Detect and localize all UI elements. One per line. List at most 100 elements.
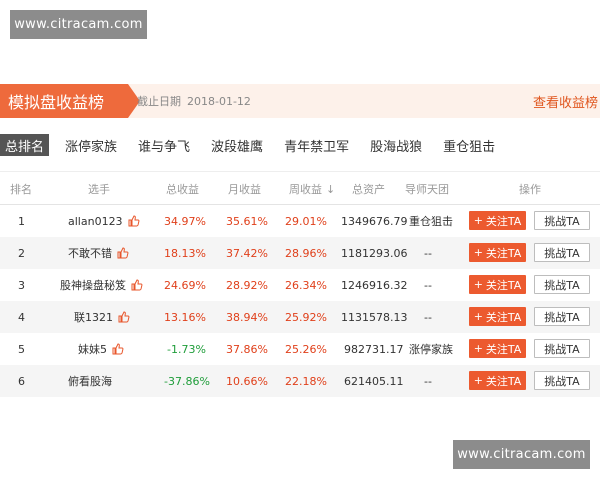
table-row: 6 俯看股海 -37.86% 10.66% 22.18% 621405.11 -… bbox=[0, 365, 600, 397]
col-player: 选手 bbox=[88, 183, 110, 196]
total-assets: 1349676.79 bbox=[341, 214, 408, 228]
challenge-button[interactable]: 挑战TA bbox=[534, 211, 590, 230]
tab-heavy-snipe[interactable]: 重仓狙击 bbox=[441, 134, 497, 156]
week-return: 26.34% bbox=[285, 278, 327, 292]
mentor-team: -- bbox=[424, 310, 432, 324]
player-cell: 妹妹5 bbox=[78, 333, 124, 365]
follow-button[interactable]: + 关注TA bbox=[469, 307, 526, 326]
rank-cell: 1 bbox=[18, 214, 25, 228]
plus-icon: + bbox=[473, 374, 483, 387]
month-return: 38.94% bbox=[226, 310, 268, 324]
week-return: 25.92% bbox=[285, 310, 327, 324]
follow-button[interactable]: + 关注TA bbox=[469, 371, 526, 390]
total-return: 24.69% bbox=[164, 278, 206, 292]
week-return: 28.96% bbox=[285, 246, 327, 260]
col-month[interactable]: 月收益 bbox=[228, 172, 261, 206]
player-name[interactable]: 妹妹5 bbox=[78, 341, 107, 357]
total-assets: 982731.17 bbox=[344, 342, 404, 356]
player-name[interactable]: allan0123 bbox=[68, 215, 123, 228]
challenge-button[interactable]: 挑战TA bbox=[534, 339, 590, 358]
cutoff-date: 截止日期 2018-01-12 bbox=[137, 84, 251, 118]
watermark-bottom: www.citracam.com bbox=[453, 440, 590, 469]
date-value: 2018-01-12 bbox=[187, 94, 251, 108]
thumbs-up-icon[interactable] bbox=[112, 343, 124, 355]
total-return: 34.97% bbox=[164, 214, 206, 228]
plus-icon: + bbox=[473, 278, 483, 291]
tab-sea-wolf[interactable]: 股海战狼 bbox=[368, 134, 424, 156]
thumbs-up-icon[interactable] bbox=[128, 215, 140, 227]
thumbs-up-icon[interactable] bbox=[131, 279, 143, 291]
table-row: 1 allan0123 34.97% 35.61% 29.01% 1349676… bbox=[0, 205, 600, 237]
follow-button[interactable]: + 关注TA bbox=[469, 243, 526, 262]
follow-label: 关注TA bbox=[485, 278, 522, 292]
challenge-button[interactable]: 挑战TA bbox=[534, 243, 590, 262]
total-return: -1.73% bbox=[167, 342, 206, 356]
col-action: 操作 bbox=[519, 183, 541, 196]
leaderboard-banner: 模拟盘收益榜 截止日期 2018-01-12 查看收益榜 bbox=[0, 84, 600, 118]
total-return: 18.13% bbox=[164, 246, 206, 260]
total-assets: 1181293.06 bbox=[341, 246, 408, 260]
plus-icon: + bbox=[473, 246, 483, 259]
mentor-team: 涨停家族 bbox=[409, 343, 453, 356]
follow-label: 关注TA bbox=[485, 246, 522, 260]
mentor-team: -- bbox=[424, 246, 432, 260]
tab-overall[interactable]: 总排名 bbox=[0, 134, 50, 156]
total-assets: 1246916.32 bbox=[341, 278, 408, 292]
player-cell: 股神操盘秘笈 bbox=[60, 269, 143, 301]
total-return: 13.16% bbox=[164, 310, 206, 324]
rank-cell: 2 bbox=[18, 246, 25, 260]
table-row: 5 妹妹5 -1.73% 37.86% 25.26% 982731.17 涨停家… bbox=[0, 333, 600, 365]
follow-label: 关注TA bbox=[485, 310, 522, 324]
table-row: 3 股神操盘秘笈 24.69% 28.92% 26.34% 1246916.32… bbox=[0, 269, 600, 301]
mentor-team: -- bbox=[424, 278, 432, 292]
plus-icon: + bbox=[473, 310, 483, 323]
tab-swing-eagle[interactable]: 波段雄鹰 bbox=[209, 134, 265, 156]
rank-cell: 5 bbox=[18, 342, 25, 356]
col-rank: 排名 bbox=[10, 183, 32, 196]
follow-label: 关注TA bbox=[485, 342, 522, 356]
player-name[interactable]: 联1321 bbox=[74, 309, 113, 325]
thumbs-up-icon[interactable] bbox=[117, 247, 129, 259]
challenge-button[interactable]: 挑战TA bbox=[534, 307, 590, 326]
rank-cell: 3 bbox=[18, 278, 25, 292]
follow-label: 关注TA bbox=[485, 374, 522, 388]
tab-limit-up-family[interactable]: 涨停家族 bbox=[63, 134, 119, 156]
col-assets: 总资产 bbox=[352, 183, 385, 196]
thumbs-up-icon[interactable] bbox=[118, 311, 130, 323]
follow-label: 关注TA bbox=[485, 214, 522, 228]
follow-button[interactable]: + 关注TA bbox=[469, 275, 526, 294]
player-name[interactable]: 不敢不错 bbox=[68, 245, 112, 261]
player-cell: 俯看股海 bbox=[68, 365, 112, 397]
banner-title: 模拟盘收益榜 bbox=[0, 84, 140, 118]
total-assets: 621405.11 bbox=[344, 374, 404, 388]
month-return: 35.61% bbox=[226, 214, 268, 228]
col-week-label: 周收益 bbox=[289, 183, 322, 196]
month-return: 10.66% bbox=[226, 374, 268, 388]
player-cell: 联1321 bbox=[74, 301, 130, 333]
table-row: 4 联1321 13.16% 38.94% 25.92% 1131578.13 … bbox=[0, 301, 600, 333]
challenge-button[interactable]: 挑战TA bbox=[534, 371, 590, 390]
rank-cell: 6 bbox=[18, 374, 25, 388]
challenge-button[interactable]: 挑战TA bbox=[534, 275, 590, 294]
follow-button[interactable]: + 关注TA bbox=[469, 339, 526, 358]
total-assets: 1131578.13 bbox=[341, 310, 408, 324]
mentor-team: 重仓狙击 bbox=[409, 215, 453, 228]
player-name[interactable]: 俯看股海 bbox=[68, 373, 112, 389]
col-team: 导师天团 bbox=[405, 183, 449, 196]
table-row: 2 不敢不错 18.13% 37.42% 28.96% 1181293.06 -… bbox=[0, 237, 600, 269]
watermark-top: www.citracam.com bbox=[10, 10, 147, 39]
leaderboard-table: 排名 选手 总收益 月收益 周收益 ↓ 总资产 导师天团 操作 1 allan0… bbox=[0, 171, 600, 397]
player-name[interactable]: 股神操盘秘笈 bbox=[60, 277, 126, 293]
col-total[interactable]: 总收益 bbox=[166, 172, 199, 206]
week-return: 25.26% bbox=[285, 342, 327, 356]
rank-cell: 4 bbox=[18, 310, 25, 324]
follow-button[interactable]: + 关注TA bbox=[469, 211, 526, 230]
plus-icon: + bbox=[473, 214, 483, 227]
date-label: 截止日期 bbox=[137, 95, 181, 108]
col-week[interactable]: 周收益 ↓ bbox=[289, 172, 335, 206]
tab-youth-guard[interactable]: 青年禁卫军 bbox=[282, 134, 351, 156]
category-tabs: 总排名 涨停家族 谁与争飞 波段雄鹰 青年禁卫军 股海战狼 重仓狙击 bbox=[0, 134, 600, 156]
view-leaderboard-link[interactable]: 查看收益榜 bbox=[533, 84, 598, 118]
sort-down-icon: ↓ bbox=[326, 182, 336, 196]
tab-who-flies[interactable]: 谁与争飞 bbox=[136, 134, 192, 156]
